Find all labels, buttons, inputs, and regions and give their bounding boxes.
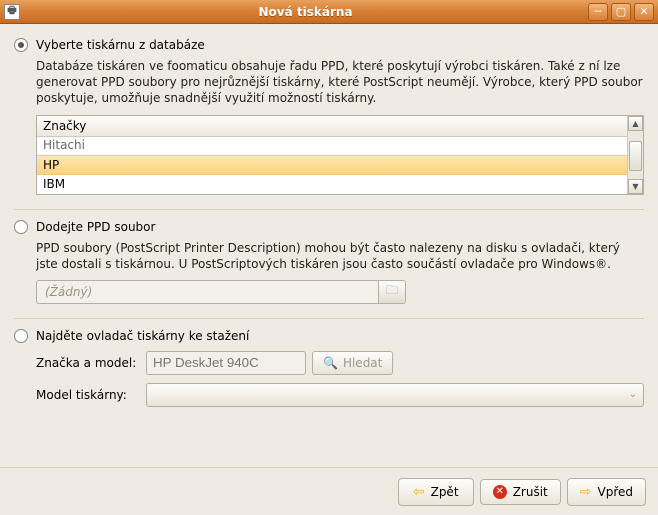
scroll-track[interactable] [628, 131, 643, 179]
arrow-left-icon: ⇦ [413, 484, 425, 500]
cancel-icon: ✕ [493, 485, 507, 499]
titlebar: 🖶 Nová tiskárna ─ ▢ ✕ [0, 0, 658, 24]
back-button-label: Zpět [431, 485, 459, 499]
scroll-thumb[interactable] [629, 141, 642, 171]
chevron-down-icon: ⌄ [629, 389, 637, 400]
folder-open-icon: 🗀 [386, 281, 398, 302]
ppd-file-display: (Žádný) [36, 280, 378, 304]
list-item[interactable]: HP [37, 155, 627, 175]
vendor-list-header[interactable]: Značky [37, 116, 627, 137]
minimize-button[interactable]: ─ [588, 3, 608, 21]
printer-model-label: Model tiskárny: [36, 388, 146, 402]
radio-provide-ppd[interactable] [14, 220, 28, 234]
list-item[interactable]: Hitachi [37, 136, 627, 154]
radio-download-driver[interactable] [14, 329, 28, 343]
back-button[interactable]: ⇦ Zpět [398, 478, 474, 506]
vendor-scrollbar: ▲ ▼ [627, 116, 643, 194]
ppd-description: PPD soubory (PostScript Printer Descript… [36, 240, 644, 272]
vendor-listbox: Značky Hitachi HP IBM ▲ ▼ [36, 115, 644, 195]
printer-app-icon: 🖶 [4, 4, 20, 20]
maximize-button[interactable]: ▢ [611, 3, 631, 21]
ppd-file-browse-button: 🗀 [378, 280, 406, 304]
dialog-footer: ⇦ Zpět ✕ Zrušit ⇨ Vpřed [0, 467, 658, 515]
dialog-content: Vyberte tiskárnu z databáze Databáze tis… [0, 24, 658, 467]
search-button: 🔍 Hledat [312, 351, 393, 375]
printer-model-dropdown: ⌄ [146, 383, 644, 407]
scroll-up-button[interactable]: ▲ [628, 116, 643, 131]
cancel-button[interactable]: ✕ Zrušit [480, 479, 561, 505]
separator [14, 318, 644, 319]
close-button[interactable]: ✕ [634, 3, 654, 21]
radio-select-from-db[interactable] [14, 38, 28, 52]
scroll-down-button[interactable]: ▼ [628, 179, 643, 194]
separator [14, 209, 644, 210]
radio-provide-ppd-label[interactable]: Dodejte PPD soubor [36, 220, 155, 234]
forward-button[interactable]: ⇨ Vpřed [567, 478, 646, 506]
search-icon: 🔍 [323, 356, 338, 370]
list-item[interactable]: IBM [37, 175, 627, 193]
cancel-button-label: Zrušit [513, 485, 548, 499]
radio-download-driver-label[interactable]: Najděte ovladač tiskárny ke stažení [36, 329, 249, 343]
radio-select-from-db-label[interactable]: Vyberte tiskárnu z databáze [36, 38, 205, 52]
arrow-right-icon: ⇨ [580, 484, 592, 500]
window-title: Nová tiskárna [26, 5, 585, 19]
db-description: Databáze tiskáren ve foomaticu obsahuje … [36, 58, 644, 107]
ppd-file-field: (Žádný) 🗀 [36, 280, 406, 304]
brand-model-label: Značka a model: [36, 356, 146, 370]
forward-button-label: Vpřed [598, 485, 634, 499]
brand-model-input [146, 351, 306, 375]
search-button-label: Hledat [343, 356, 382, 370]
